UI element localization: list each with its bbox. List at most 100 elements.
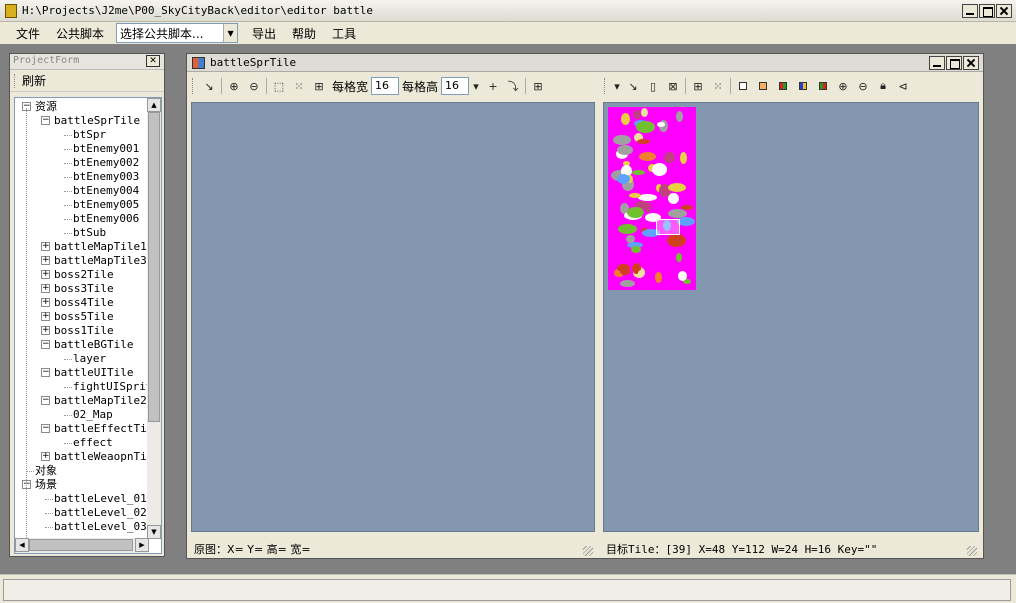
select-rect-icon[interactable]: ⬚ — [269, 77, 289, 95]
tree-node[interactable]: btEnemy006 — [73, 212, 139, 226]
menu-file[interactable]: 文件 — [0, 25, 48, 42]
grid-select-icon[interactable]: ⁙ — [289, 77, 309, 95]
tile-small-icon[interactable] — [733, 77, 753, 95]
dropdown-arrow-icon[interactable]: ▼ — [223, 24, 238, 42]
project-panel-close-icon[interactable]: ✕ — [146, 55, 160, 67]
add-icon[interactable]: + — [483, 77, 503, 95]
tree-node[interactable]: btEnemy004 — [73, 184, 139, 198]
menu-tools[interactable]: 工具 — [324, 25, 364, 42]
tree-node[interactable]: battleLevel_02 — [54, 506, 147, 520]
collapse-icon[interactable]: − — [41, 396, 50, 405]
zoom-in-icon[interactable]: ⊕ — [833, 77, 853, 95]
tree-node[interactable]: btEnemy002 — [73, 156, 139, 170]
expand-icon[interactable]: + — [41, 298, 50, 307]
tree-node[interactable]: boss2Tile — [54, 268, 114, 282]
tree-node[interactable]: btEnemy003 — [73, 170, 139, 184]
delete-tile-icon[interactable]: ⊠ — [663, 77, 683, 95]
scroll-left-icon[interactable]: ◀ — [15, 538, 29, 552]
tree-node[interactable]: battleWeaopnTil — [54, 450, 153, 464]
tree-node[interactable]: btSub — [73, 226, 106, 240]
menu-help[interactable]: 帮助 — [284, 25, 324, 42]
tree-node[interactable]: battleMapTile3 — [54, 254, 147, 268]
script-select-dropdown[interactable]: 选择公共脚本... ▼ — [116, 23, 239, 43]
tree-horizontal-scrollbar[interactable]: ◀ ▶ — [15, 538, 149, 553]
collapse-icon[interactable]: − — [41, 116, 50, 125]
select-arrow-icon[interactable]: ↘ — [623, 77, 643, 95]
tree-node[interactable]: battleLevel_03 — [54, 520, 147, 534]
tree-node[interactable]: battleLevel_01 — [54, 492, 147, 506]
palette3-icon[interactable] — [813, 77, 833, 95]
tree-node[interactable]: btSpr — [73, 128, 106, 142]
tree-node[interactable]: 资源 — [35, 100, 57, 114]
tree-node[interactable]: battleBGTile — [54, 338, 133, 352]
tree-vertical-scrollbar[interactable]: ▲ ▼ — [147, 98, 161, 539]
tree-node[interactable]: boss1Tile — [54, 324, 114, 338]
source-canvas[interactable] — [191, 102, 595, 532]
menu-public-script[interactable]: 公共脚本 — [48, 25, 112, 42]
tree-node[interactable]: boss4Tile — [54, 296, 114, 310]
minimize-button[interactable] — [962, 4, 978, 18]
toolbar-grip[interactable] — [192, 78, 195, 94]
expand-icon[interactable]: + — [41, 452, 50, 461]
tree-node[interactable]: boss3Tile — [54, 282, 114, 296]
expand-icon[interactable]: + — [41, 270, 50, 279]
tree-node[interactable]: battleMapTile1 — [54, 240, 147, 254]
resize-grip-icon[interactable] — [583, 546, 593, 556]
cell-width-input[interactable]: 16 — [371, 77, 400, 95]
select-arrow-icon[interactable]: ↘ — [199, 77, 219, 95]
tree-node[interactable]: battleSprTile — [54, 114, 140, 128]
tree-node[interactable]: fightUISprit — [73, 380, 152, 394]
tree-node[interactable]: effect — [73, 436, 113, 450]
close-button[interactable] — [996, 4, 1012, 18]
scroll-right-icon[interactable]: ▶ — [135, 538, 149, 552]
tree-node[interactable]: boss5Tile — [54, 310, 114, 324]
expand-icon[interactable]: + — [41, 256, 50, 265]
grid-select-icon[interactable]: ⁙ — [708, 77, 728, 95]
tile-canvas[interactable] — [603, 102, 979, 532]
project-tree[interactable]: 资源 − battleSprTile − btSpr btEnemy001 btEnemy0… — [14, 97, 162, 554]
zoom-out-icon[interactable]: ⊖ — [853, 77, 873, 95]
cell-height-input[interactable]: 16 — [441, 77, 470, 95]
toolbar-grip[interactable] — [14, 73, 17, 88]
grid-icon[interactable]: ⊞ — [528, 77, 548, 95]
expand-icon[interactable]: + — [41, 326, 50, 335]
tree-node[interactable]: btEnemy001 — [73, 142, 139, 156]
maximize-button[interactable] — [979, 4, 995, 18]
tree-node[interactable]: layer — [73, 352, 106, 366]
collapse-icon[interactable]: − — [41, 368, 50, 377]
tree-node[interactable]: 场景 — [35, 478, 57, 492]
dropdown-arrow-icon[interactable]: ▾ — [611, 77, 623, 95]
toolbar-grip[interactable] — [604, 78, 607, 94]
tree-node[interactable]: 02_Map — [73, 408, 113, 422]
resize-grip-icon[interactable] — [967, 546, 977, 556]
toolbar-overflow-icon[interactable]: ▾ — [469, 77, 483, 95]
expand-icon[interactable]: + — [41, 284, 50, 293]
doc-maximize-button[interactable] — [946, 56, 962, 70]
grid-icon[interactable]: ⊞ — [688, 77, 708, 95]
collapse-icon[interactable]: − — [41, 424, 50, 433]
doc-close-button[interactable] — [963, 56, 979, 70]
refresh-button[interactable]: 刷新 — [22, 72, 46, 89]
tree-node[interactable]: 对象 — [35, 464, 57, 478]
sprite-sheet-image[interactable] — [608, 107, 696, 290]
expand-icon[interactable]: + — [41, 242, 50, 251]
key-icon[interactable]: ⊲ — [893, 77, 913, 95]
tree-node[interactable]: battleUITile — [54, 366, 133, 380]
copy-icon[interactable]: ▯ — [643, 77, 663, 95]
scroll-up-icon[interactable]: ▲ — [147, 98, 161, 112]
palette2-icon[interactable] — [793, 77, 813, 95]
tree-node[interactable]: battleEffectTil — [54, 422, 153, 436]
doc-minimize-button[interactable] — [929, 56, 945, 70]
tree-node[interactable]: btEnemy005 — [73, 198, 139, 212]
palette-icon[interactable] — [773, 77, 793, 95]
tree-node[interactable]: battleMapTile2 — [54, 394, 147, 408]
zoom-in-icon[interactable]: ⊕ — [224, 77, 244, 95]
scroll-down-icon[interactable]: ▼ — [147, 525, 161, 539]
split-icon[interactable]: ⊞ — [309, 77, 329, 95]
zoom-out-icon[interactable]: ⊖ — [244, 77, 264, 95]
tree-hscroll-thumb[interactable] — [29, 539, 133, 551]
auto-add-icon[interactable]: ⤵ — [503, 77, 523, 95]
menu-export[interactable]: 导出 — [244, 25, 284, 42]
collapse-icon[interactable]: − — [41, 340, 50, 349]
lock-icon[interactable]: 🔒︎ — [873, 77, 893, 95]
